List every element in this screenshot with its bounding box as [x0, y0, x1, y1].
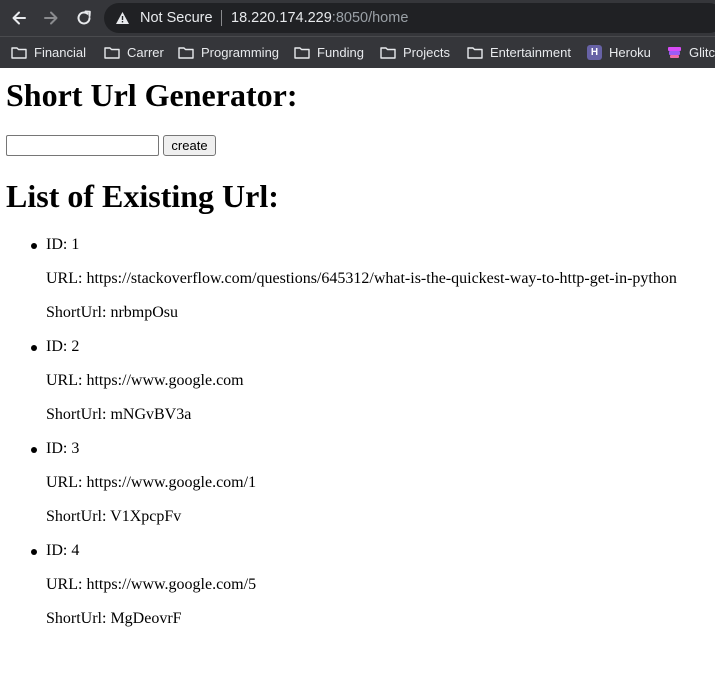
back-button[interactable] — [7, 6, 31, 30]
bookmark-label: Glitch — [689, 44, 715, 60]
bookmark-funding[interactable]: Funding — [294, 43, 364, 61]
reload-button[interactable] — [72, 6, 96, 30]
browser-chrome: Not Secure 18.220.174.229:8050/home Fina… — [0, 0, 715, 68]
bookmark-label: Programming — [201, 44, 280, 60]
omnibox-divider — [221, 10, 222, 26]
page-title: Short Url Generator: — [6, 77, 298, 113]
entry-url: URL: https://www.google.com/5 — [46, 576, 257, 593]
entry-url: URL: https://www.google.com/1 — [46, 474, 257, 491]
folder-icon — [178, 46, 194, 59]
folder-icon — [380, 46, 396, 59]
bookmark-financial[interactable]: Financial — [11, 43, 86, 61]
list-item: ID: 2 URL: https://www.google.com ShortU… — [0, 336, 715, 438]
bullet-icon — [31, 549, 37, 555]
entry-url: URL: https://stackoverflow.com/questions… — [46, 270, 677, 287]
entry-id: ID: 3 — [46, 440, 80, 457]
bookmark-label: Funding — [317, 44, 364, 60]
address-bar[interactable]: Not Secure 18.220.174.229:8050/home — [104, 3, 715, 33]
bookmark-carrer[interactable]: Carrer — [104, 43, 164, 61]
reload-icon — [77, 10, 91, 25]
url-text[interactable]: 18.220.174.229:8050/home — [231, 10, 408, 26]
folder-icon — [294, 46, 310, 59]
bullet-icon — [31, 345, 37, 351]
list-item: ID: 1 URL: https://stackoverflow.com/que… — [0, 234, 715, 336]
bookmark-label: Financial — [34, 44, 87, 60]
entry-short-url: ShortUrl: mNGvBV3a — [46, 406, 192, 423]
folder-icon — [104, 46, 120, 59]
bullet-icon — [31, 243, 37, 249]
bookmarks-bar: Financial Carrer Programming Funding Pro… — [0, 36, 715, 68]
entry-url: URL: https://www.google.com — [46, 372, 244, 389]
list-item: ID: 3 URL: https://www.google.com/1 Shor… — [0, 438, 715, 540]
bullet-icon — [31, 447, 37, 453]
bookmark-projects[interactable]: Projects — [380, 43, 450, 61]
bookmark-label: Heroku — [609, 44, 651, 60]
url-input[interactable] — [6, 135, 159, 156]
entry-id: ID: 4 — [46, 542, 80, 559]
list-title: List of Existing Url: — [6, 178, 279, 214]
forward-button[interactable] — [39, 6, 63, 30]
url-host: 18.220.174.229 — [231, 10, 332, 26]
address-bar-row: Not Secure 18.220.174.229:8050/home — [0, 0, 715, 36]
bookmark-entertainment[interactable]: Entertainment — [467, 43, 571, 61]
bookmark-label: Entertainment — [490, 44, 571, 60]
arrow-left-icon — [12, 11, 26, 25]
warning-icon — [116, 12, 129, 24]
heroku-icon: H — [587, 44, 602, 60]
bookmark-label: Projects — [403, 44, 450, 60]
folder-icon — [467, 46, 483, 59]
list-item: ID: 4 URL: https://www.google.com/5 Shor… — [0, 540, 715, 642]
url-path: :8050/home — [331, 10, 409, 26]
bookmark-heroku[interactable]: H Heroku — [587, 43, 651, 61]
entry-short-url: ShortUrl: V1XpcpFv — [46, 508, 182, 525]
glitch-icon — [667, 45, 682, 60]
entry-id: ID: 1 — [46, 236, 80, 253]
bookmark-programming[interactable]: Programming — [178, 43, 279, 61]
url-list: ID: 1 URL: https://stackoverflow.com/que… — [0, 234, 715, 642]
entry-short-url: ShortUrl: nrbmpOsu — [46, 304, 178, 321]
entry-short-url: ShortUrl: MgDeovrF — [46, 610, 182, 627]
bookmark-glitch[interactable]: Glitch — [667, 43, 715, 61]
arrow-right-icon — [44, 11, 58, 25]
entry-id: ID: 2 — [46, 338, 80, 355]
security-status[interactable]: Not Secure — [140, 10, 213, 26]
page-content: Short Url Generator: create List of Exis… — [0, 68, 715, 677]
bookmark-label: Carrer — [127, 44, 164, 60]
folder-icon — [11, 46, 27, 59]
create-button[interactable]: create — [163, 135, 216, 156]
